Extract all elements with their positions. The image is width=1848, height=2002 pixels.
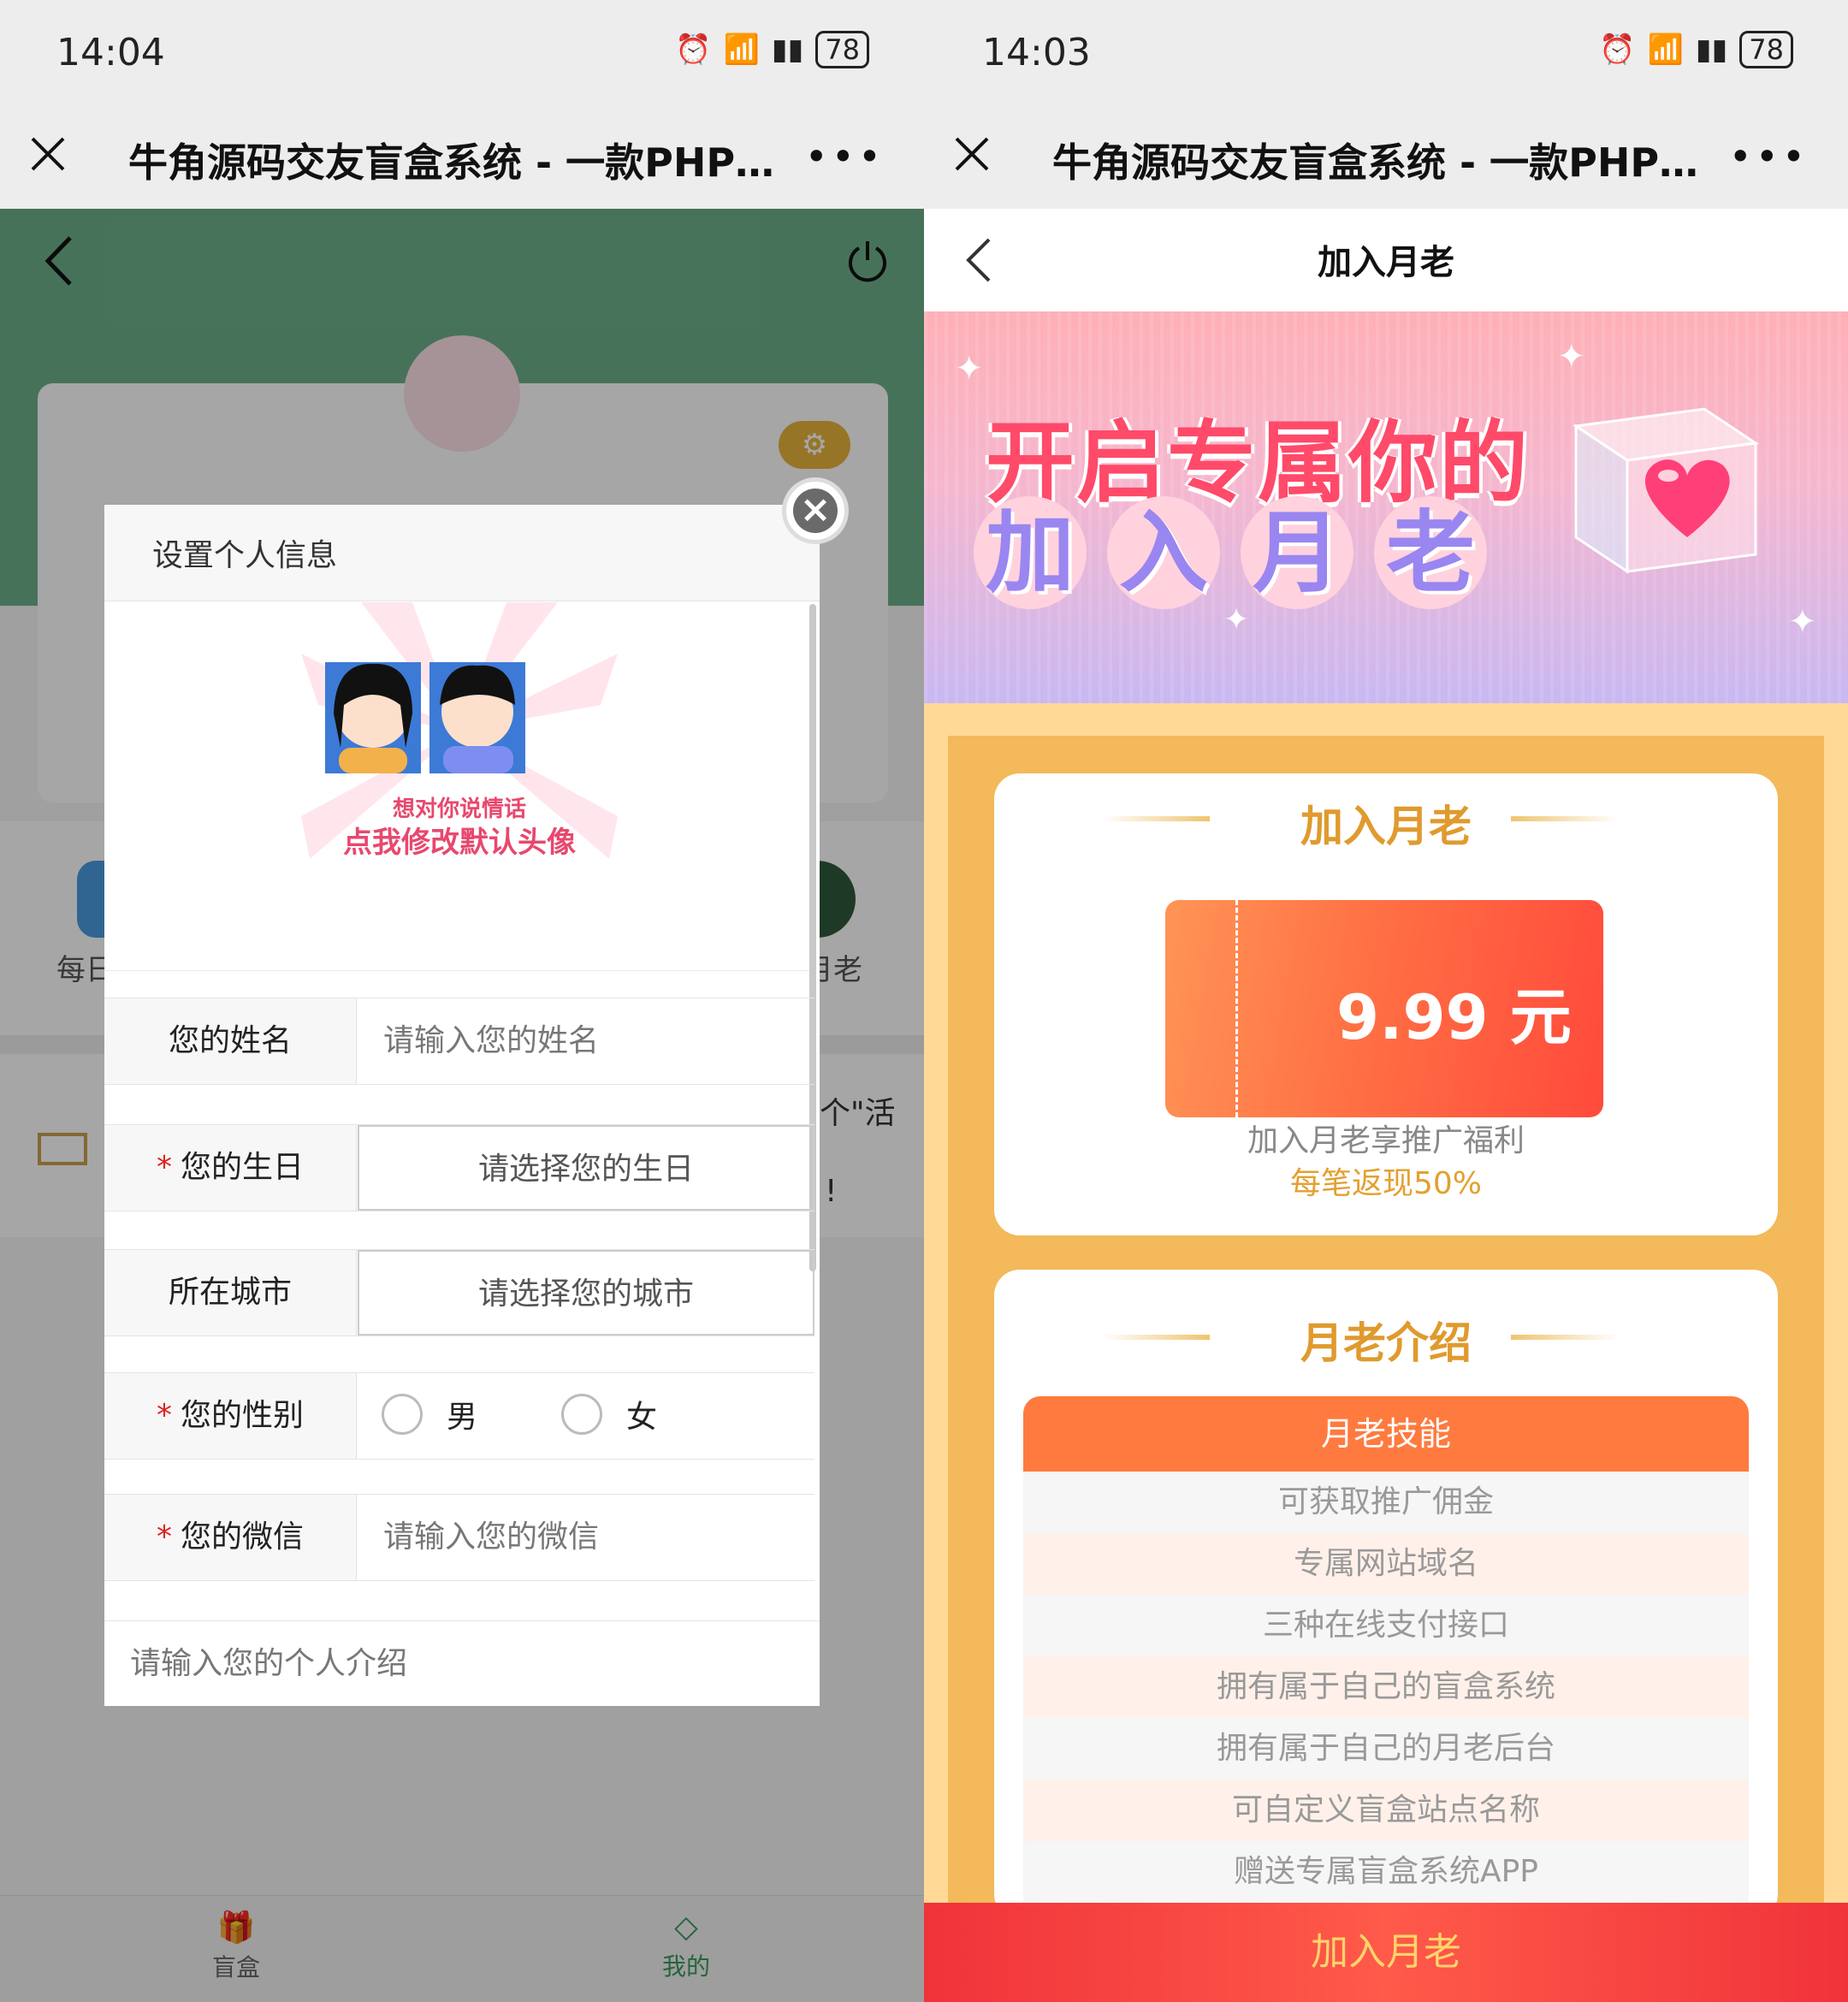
wechat-header: 牛角源码交友盲盒系统 - 一款PHP开… ••• [924,103,1848,209]
field-gender-label: * 您的性别 [104,1373,357,1459]
gender-female-label[interactable]: 女 [626,1392,657,1436]
intro-card-title: 月老介绍 [1300,1318,1472,1368]
skill-item: 专属网站域名 [1023,1533,1749,1595]
banner-char: 月 [1241,496,1353,609]
profile-modal: 设置个人信息 想对你说情话 点我修改默认头像 您的姓名 请输入您的姓名 * 您的… [104,505,820,1706]
gender-female-radio[interactable] [561,1394,602,1435]
status-time: 14:03 [982,31,1091,74]
field-name: 您的姓名 请输入您的姓名 [104,998,814,1085]
modal-header: 设置个人信息 [104,505,820,601]
modal-close-button[interactable]: × [782,477,849,544]
status-bar: 14:03 ⏰ 📶 ▮▮ 78 [924,0,1848,103]
right-screen: 14:03 ⏰ 📶 ▮▮ 78 牛角源码交友盲盒系统 - 一款PHP开… •••… [924,0,1848,2002]
title-ornament [1511,1335,1619,1340]
required-mark: * [156,1150,172,1185]
cashback-text: 每笔返现50% [1289,1166,1483,1201]
skill-item: 赠送专属盲盒系统APP [1023,1841,1749,1903]
gender-label-text: 您的性别 [180,1398,304,1433]
birthday-select[interactable]: 请选择您的生日 [358,1125,814,1211]
battery-icon: 78 [815,31,869,68]
join-card-title: 加入月老 [1300,802,1472,851]
banner-char: 老 [1374,496,1487,609]
status-time: 14:04 [56,31,165,74]
sparkle-icon: ✦ [1788,602,1817,642]
price-ticket[interactable]: 9.99 元 [1165,900,1603,1117]
sparkle-icon: ✦ [1223,602,1250,637]
required-mark: * [156,1398,172,1433]
skill-item: 三种在线支付接口 [1023,1595,1749,1656]
page-title: 牛角源码交友盲盒系统 - 一款PHP开… [1052,139,1737,186]
field-city: 所在城市 请选择您的城市 [104,1249,814,1336]
name-input[interactable]: 请输入您的姓名 [358,998,814,1084]
sparkle-icon: ✦ [955,349,984,388]
benefit-text: 加入月老享推广福利 [1247,1123,1525,1158]
join-card: 加入月老 9.99 元 加入月老享推广福利 每笔返现50% [994,773,1778,1235]
field-wechat-label: * 您的微信 [104,1495,357,1580]
nav-header: 加入月老 [924,209,1848,311]
skill-item: 可自定义盲盒站点名称 [1023,1780,1749,1841]
signal-icon: ▮▮ [771,33,804,67]
skills-header: 月老技能 [1023,1396,1749,1472]
field-gender: * 您的性别 男 女 [104,1372,814,1460]
field-birthday-label: * 您的生日 [104,1125,357,1211]
avatar-caption-1: 想对你说情话 [393,797,526,822]
banner-subline: 加 入 月 老 [974,496,1487,609]
ticket-dash [1235,900,1238,1117]
more-icon[interactable]: ••• [805,133,885,180]
sparkle-icon: ✦ [1557,337,1586,376]
avatar-caption-2: 点我修改默认头像 [343,826,576,860]
birthday-label-text: 您的生日 [180,1150,304,1185]
field-city-label: 所在城市 [104,1250,357,1336]
close-icon[interactable] [22,128,74,180]
status-icons: ⏰ 📶 ▮▮ 78 [1599,31,1793,68]
page-title: 牛角源码交友盲盒系统 - 一款PHP开… [128,139,813,186]
gender-male-radio[interactable] [382,1394,423,1435]
required-mark: * [156,1519,172,1555]
wechat-label-text: 您的微信 [180,1519,304,1555]
skill-item: 可获取推广佣金 [1023,1472,1749,1533]
status-icons: ⏰ 📶 ▮▮ 78 [675,31,869,68]
alarm-icon: ⏰ [675,33,712,67]
join-button[interactable]: 加入月老 [924,1903,1848,2002]
wechat-header: 牛角源码交友盲盒系统 - 一款PHP开… ••• [0,103,924,209]
wifi-icon: 📶 [723,33,760,67]
price-value: 9.99 元 [1336,981,1572,1053]
wechat-input[interactable]: 请输入您的微信 [358,1495,814,1580]
intro-textarea[interactable]: 请输入您的个人介绍 [104,1620,820,1706]
field-birthday: * 您的生日 请选择您的生日 [104,1124,814,1211]
left-screen: 14:04 ⏰ 📶 ▮▮ 78 牛角源码交友盲盒系统 - 一款PHP开… •••… [0,0,924,2002]
title-ornament [1511,816,1619,821]
more-icon[interactable]: ••• [1729,133,1809,180]
banner-char: 入 [1107,496,1220,609]
banner-char: 加 [974,496,1087,609]
field-name-label: 您的姓名 [104,998,357,1084]
status-bar: 14:04 ⏰ 📶 ▮▮ 78 [0,0,924,103]
alarm-icon: ⏰ [1599,33,1636,67]
modal-title: 设置个人信息 [152,538,338,573]
intro-card: 月老介绍 月老技能 可获取推广佣金 专属网站域名 三种在线支付接口 拥有属于自己… [994,1270,1778,1920]
avatar-image[interactable]: 想对你说情话 点我修改默认头像 [104,602,814,970]
wifi-icon: 📶 [1647,33,1684,67]
city-select[interactable]: 请选择您的城市 [358,1250,814,1336]
nav-title: 加入月老 [1318,243,1454,282]
promo-banner: 开启专属你的 加 入 月 老 ✦ ✦ ✦ ✦ [924,311,1848,703]
close-icon: × [793,489,838,533]
skill-item: 拥有属于自己的盲盒系统 [1023,1656,1749,1718]
close-icon[interactable] [946,128,998,180]
heart-cube-icon [1572,407,1760,574]
skill-item: 拥有属于自己的月老后台 [1023,1718,1749,1780]
signal-icon: ▮▮ [1695,33,1728,67]
avatar-upload[interactable]: 想对你说情话 点我修改默认头像 [104,602,814,971]
field-wechat: * 您的微信 请输入您的微信 [104,1494,814,1581]
gender-male-label[interactable]: 男 [447,1392,477,1436]
battery-icon: 78 [1739,31,1793,68]
